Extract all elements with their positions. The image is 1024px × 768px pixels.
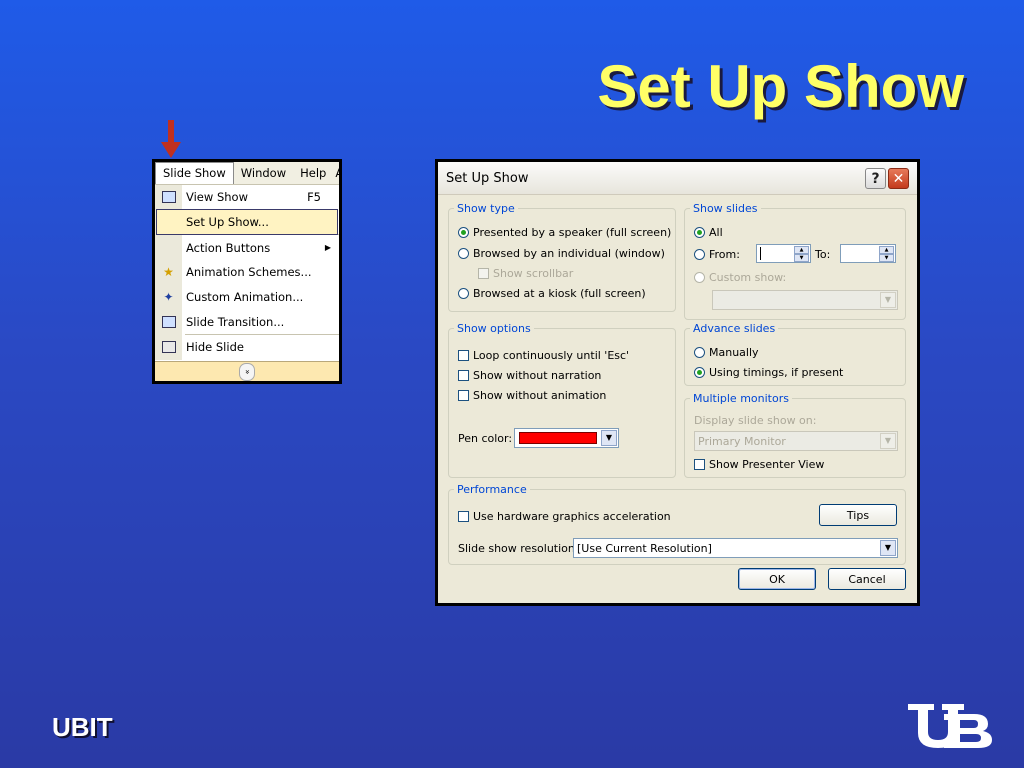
show-presenter-view-checkbox[interactable]: Show Presenter View [694, 458, 824, 471]
loop-continuously-checkbox[interactable]: Loop continuously until 'Esc' [458, 349, 629, 362]
pen-color-dropdown[interactable]: ▼ [514, 428, 619, 448]
tips-button[interactable]: Tips [819, 504, 897, 526]
menu-item-custom-animation[interactable]: ✦ Custom Animation... [155, 285, 339, 310]
cancel-button[interactable]: Cancel [828, 568, 906, 590]
advance-slides-legend: Advance slides [693, 322, 776, 335]
pen-color-swatch [519, 432, 597, 444]
help-button[interactable]: ? [865, 168, 886, 189]
multiple-monitors-legend: Multiple monitors [693, 392, 789, 405]
performance-legend: Performance [457, 483, 527, 496]
dialog-titlebar: Set Up Show ? ✕ [438, 162, 917, 195]
from-slide-input[interactable]: ▲ ▼ [756, 244, 811, 263]
menu-truncated[interactable]: A [333, 162, 339, 184]
show-options-legend: Show options [457, 322, 531, 335]
menu-item-view-show[interactable]: View Show F5 [155, 185, 339, 210]
radio-from-slides[interactable]: From: [694, 248, 740, 261]
slide-show-dropdown: View Show F5 Set Up Show... Action Butto… [155, 185, 339, 360]
menu-slide-show[interactable]: Slide Show [155, 162, 234, 184]
slide-show-resolution-label: Slide show resolution: [458, 542, 579, 555]
to-spinner[interactable]: ▲ ▼ [879, 246, 894, 262]
dialog-title: Set Up Show [446, 171, 529, 186]
radio-selected-icon [458, 227, 469, 238]
ok-button[interactable]: OK [738, 568, 816, 590]
transition-icon [161, 315, 176, 328]
monitor-dropdown[interactable]: Primary Monitor ▼ [694, 431, 898, 451]
menu-item-set-up-show[interactable]: Set Up Show... [156, 208, 338, 236]
star-icon: ★ [163, 265, 174, 280]
chevron-down-icon: ▼ [880, 540, 896, 556]
show-slides-legend: Show slides [693, 202, 758, 215]
display-slide-show-on-label: Display slide show on: [694, 414, 817, 427]
chevron-down-icon: ▼ [880, 433, 896, 449]
from-spinner[interactable]: ▲ ▼ [794, 246, 809, 262]
to-slide-input[interactable]: ▲ ▼ [840, 244, 896, 263]
custom-animation-icon: ✦ [163, 290, 174, 305]
show-type-legend: Show type [457, 202, 515, 215]
hide-slide-icon [161, 341, 176, 354]
slide-title: Set Up Show [597, 53, 964, 120]
menu-item-animation-schemes[interactable]: ★ Animation Schemes... [155, 260, 339, 285]
radio-all-slides[interactable]: All [694, 226, 723, 239]
menu-help[interactable]: Help [293, 162, 333, 184]
close-icon: ✕ [892, 170, 905, 187]
radio-presented-by-speaker[interactable]: Presented by a speaker (full screen) [458, 226, 671, 239]
projector-icon [161, 191, 176, 204]
menu-expand-button[interactable]: » [155, 361, 339, 381]
resolution-dropdown[interactable]: [Use Current Resolution] ▼ [573, 538, 898, 558]
chevron-down-icon: » [239, 362, 255, 381]
set-up-show-dialog-screenshot: Set Up Show ? ✕ Show type Presented by a… [435, 159, 920, 606]
menu-item-hide-slide[interactable]: Hide Slide [155, 335, 339, 360]
pen-color-label: Pen color: [458, 432, 513, 445]
menu-bar: Slide Show Window Help A [155, 162, 339, 185]
footer-ubit: UBIT [52, 712, 113, 742]
radio-browsed-by-individual[interactable]: Browsed by an individual (window) [458, 247, 665, 260]
hardware-acceleration-checkbox[interactable]: Use hardware graphics acceleration [458, 510, 671, 523]
radio-manually[interactable]: Manually [694, 346, 759, 359]
red-arrow-icon [161, 120, 181, 158]
set-up-show-dialog: Set Up Show ? ✕ Show type Presented by a… [438, 162, 917, 603]
radio-custom-show[interactable]: Custom show: [694, 271, 786, 284]
ub-logo-icon [908, 704, 992, 748]
slide-show-menu-screenshot: Slide Show Window Help A View Show F5 Se… [152, 159, 342, 384]
to-label: To: [815, 248, 831, 261]
custom-show-dropdown[interactable]: ▼ [712, 290, 898, 310]
show-without-animation-checkbox[interactable]: Show without animation [458, 389, 606, 402]
menu-item-action-buttons[interactable]: Action Buttons ▶ [155, 235, 339, 260]
submenu-arrow-icon: ▶ [324, 243, 331, 253]
chevron-down-icon: ▼ [880, 292, 896, 308]
close-button[interactable]: ✕ [888, 168, 909, 189]
show-without-narration-checkbox[interactable]: Show without narration [458, 369, 601, 382]
show-scrollbar-checkbox[interactable]: Show scrollbar [478, 267, 573, 280]
menu-item-slide-transition[interactable]: Slide Transition... [155, 309, 339, 334]
help-icon: ? [871, 170, 880, 187]
chevron-down-icon: ▼ [601, 430, 617, 446]
menu-window[interactable]: Window [234, 162, 293, 184]
radio-browsed-at-kiosk[interactable]: Browsed at a kiosk (full screen) [458, 287, 646, 300]
radio-using-timings[interactable]: Using timings, if present [694, 366, 843, 379]
